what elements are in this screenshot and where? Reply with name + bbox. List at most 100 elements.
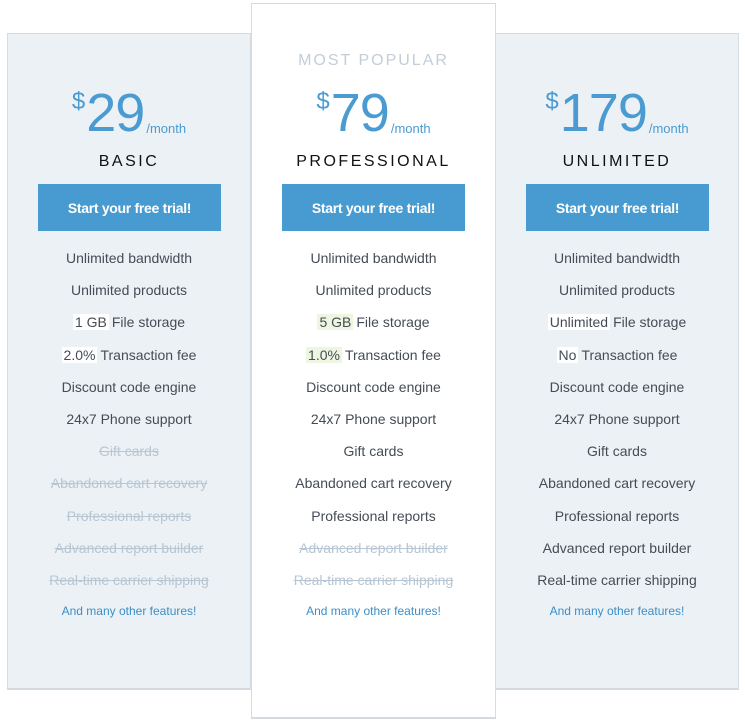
feature-label: Gift cards [99, 443, 159, 460]
price-amount: 29 [86, 83, 145, 143]
plan-name: BASIC [98, 153, 160, 170]
more-features-link[interactable]: And many other features! [8, 604, 250, 618]
feature-label: Unlimited products [559, 282, 675, 299]
feature-label: Unlimited products [71, 282, 187, 299]
plan-name: UNLIMITED [562, 153, 672, 170]
price-amount: 179 [559, 83, 648, 143]
currency-symbol: $ [316, 88, 330, 115]
feature-item: Gift cards [496, 440, 738, 472]
feature-item: Advanced report builder [496, 537, 738, 569]
feature-item: Discount code engine [252, 376, 495, 408]
feature-item: Gift cards [8, 440, 250, 472]
feature-item: Professional reports [8, 505, 250, 537]
price-period: /month [648, 121, 689, 136]
feature-highlight-value: No [556, 346, 579, 363]
most-popular-badge: MOST POPULAR [298, 52, 449, 69]
feature-label: Advanced report builder [54, 539, 204, 556]
feature-item: Unlimited bandwidth [252, 247, 495, 279]
feature-label: Advanced report builder [299, 539, 448, 556]
feature-label: Unlimited products [315, 282, 432, 299]
feature-label: Real-time carrier shipping [293, 571, 454, 588]
price-period: /month [146, 121, 187, 136]
feature-label: Abandoned cart recovery [295, 475, 452, 492]
feature-highlight-value: Unlimited [547, 314, 611, 331]
feature-item: Unlimited File storage [496, 311, 738, 343]
feature-label: Transaction fee [581, 346, 678, 363]
feature-item: 24x7 Phone support [252, 408, 495, 440]
feature-label: 24x7 Phone support [554, 410, 680, 427]
plan-price: $ 79 /month [252, 86, 495, 142]
feature-label: Unlimited bandwidth [65, 250, 193, 266]
feature-label: Real-time carrier shipping [537, 571, 697, 588]
plan-price: $ 29 /month [8, 86, 250, 142]
feature-label: Real-time carrier shipping [49, 571, 209, 588]
feature-label: Professional reports [311, 507, 436, 524]
feature-label: Discount code engine [61, 378, 197, 395]
feature-item: Unlimited products [252, 279, 495, 311]
feature-label: 24x7 Phone support [310, 410, 437, 427]
feature-label: Professional reports [554, 507, 680, 524]
feature-list: Unlimited bandwidth Unlimited products Unl… [496, 247, 738, 601]
start-free-trial-button[interactable]: Start your free trial! [282, 184, 465, 231]
feature-item: Discount code engine [8, 376, 250, 408]
feature-item: No Transaction fee [496, 344, 738, 376]
feature-highlight-value: 1 GB [72, 314, 109, 331]
price-amount: 79 [330, 83, 390, 143]
feature-label: Discount code engine [306, 378, 441, 395]
feature-item: Real-time carrier shipping [496, 569, 738, 601]
feature-label: 24x7 Phone support [66, 410, 192, 427]
feature-label: Transaction fee [344, 346, 441, 363]
feature-item: Unlimited products [8, 279, 250, 311]
feature-list: Unlimited bandwidth Unlimited products 5 G… [252, 247, 495, 601]
plan-price: $ 179 /month [496, 86, 738, 142]
feature-item: Advanced report builder [8, 537, 250, 569]
feature-label: Gift cards [343, 443, 404, 460]
feature-item: Unlimited bandwidth [496, 247, 738, 279]
feature-label: Transaction fee [100, 346, 197, 363]
feature-item: Real-time carrier shipping [8, 569, 250, 601]
plan-card-basic: $ 29 /month BASIC Start your free trial!… [7, 33, 251, 690]
feature-item: Advanced report builder [252, 537, 495, 569]
feature-label: Gift cards [587, 443, 647, 460]
feature-item: Unlimited products [496, 279, 738, 311]
feature-label: Abandoned cart recovery [538, 475, 696, 492]
feature-item: Discount code engine [496, 376, 738, 408]
start-free-trial-button[interactable]: Start your free trial! [38, 184, 221, 231]
feature-label: Advanced report builder [542, 539, 692, 556]
feature-label: File storage [356, 314, 430, 331]
feature-item: 24x7 Phone support [8, 408, 250, 440]
feature-highlight-value: 5 GB [317, 314, 354, 331]
currency-symbol: $ [71, 88, 86, 115]
feature-item: 5 GB File storage [252, 311, 495, 343]
more-features-link[interactable]: And many other features! [496, 604, 738, 618]
feature-label: File storage [111, 314, 186, 331]
feature-item: Real-time carrier shipping [252, 569, 495, 601]
feature-label: Discount code engine [549, 378, 685, 395]
plan-card-professional: MOST POPULAR $ 79 /month PROFESSIONAL St… [251, 3, 496, 719]
feature-highlight-value: 1.0% [306, 346, 342, 363]
feature-highlight-value: 2.0% [61, 346, 98, 363]
feature-item: Unlimited bandwidth [8, 247, 250, 279]
currency-symbol: $ [545, 88, 559, 115]
plan-name: PROFESSIONAL [296, 153, 451, 170]
feature-list: Unlimited bandwidth Unlimited products 1 G… [8, 247, 250, 601]
feature-item: 1 GB File storage [8, 311, 250, 343]
feature-label: Abandoned cart recovery [50, 475, 208, 492]
feature-item: 1.0% Transaction fee [252, 344, 495, 376]
feature-item: Abandoned cart recovery [252, 472, 495, 504]
feature-label: Professional reports [66, 507, 192, 524]
feature-item: 2.0% Transaction fee [8, 344, 250, 376]
start-free-trial-button[interactable]: Start your free trial! [526, 184, 709, 231]
feature-item: Gift cards [252, 440, 495, 472]
feature-item: Professional reports [252, 505, 495, 537]
feature-item: 24x7 Phone support [496, 408, 738, 440]
feature-item: Professional reports [496, 505, 738, 537]
feature-item: Abandoned cart recovery [496, 472, 738, 504]
plan-card-unlimited: $ 179 /month UNLIMITED Start your free t… [495, 33, 739, 690]
more-features-link[interactable]: And many other features! [252, 604, 495, 618]
price-period: /month [390, 121, 431, 136]
feature-label: File storage [613, 314, 687, 331]
feature-label: Unlimited bandwidth [310, 250, 437, 266]
feature-item: Abandoned cart recovery [8, 472, 250, 504]
feature-label: Unlimited bandwidth [553, 250, 681, 266]
